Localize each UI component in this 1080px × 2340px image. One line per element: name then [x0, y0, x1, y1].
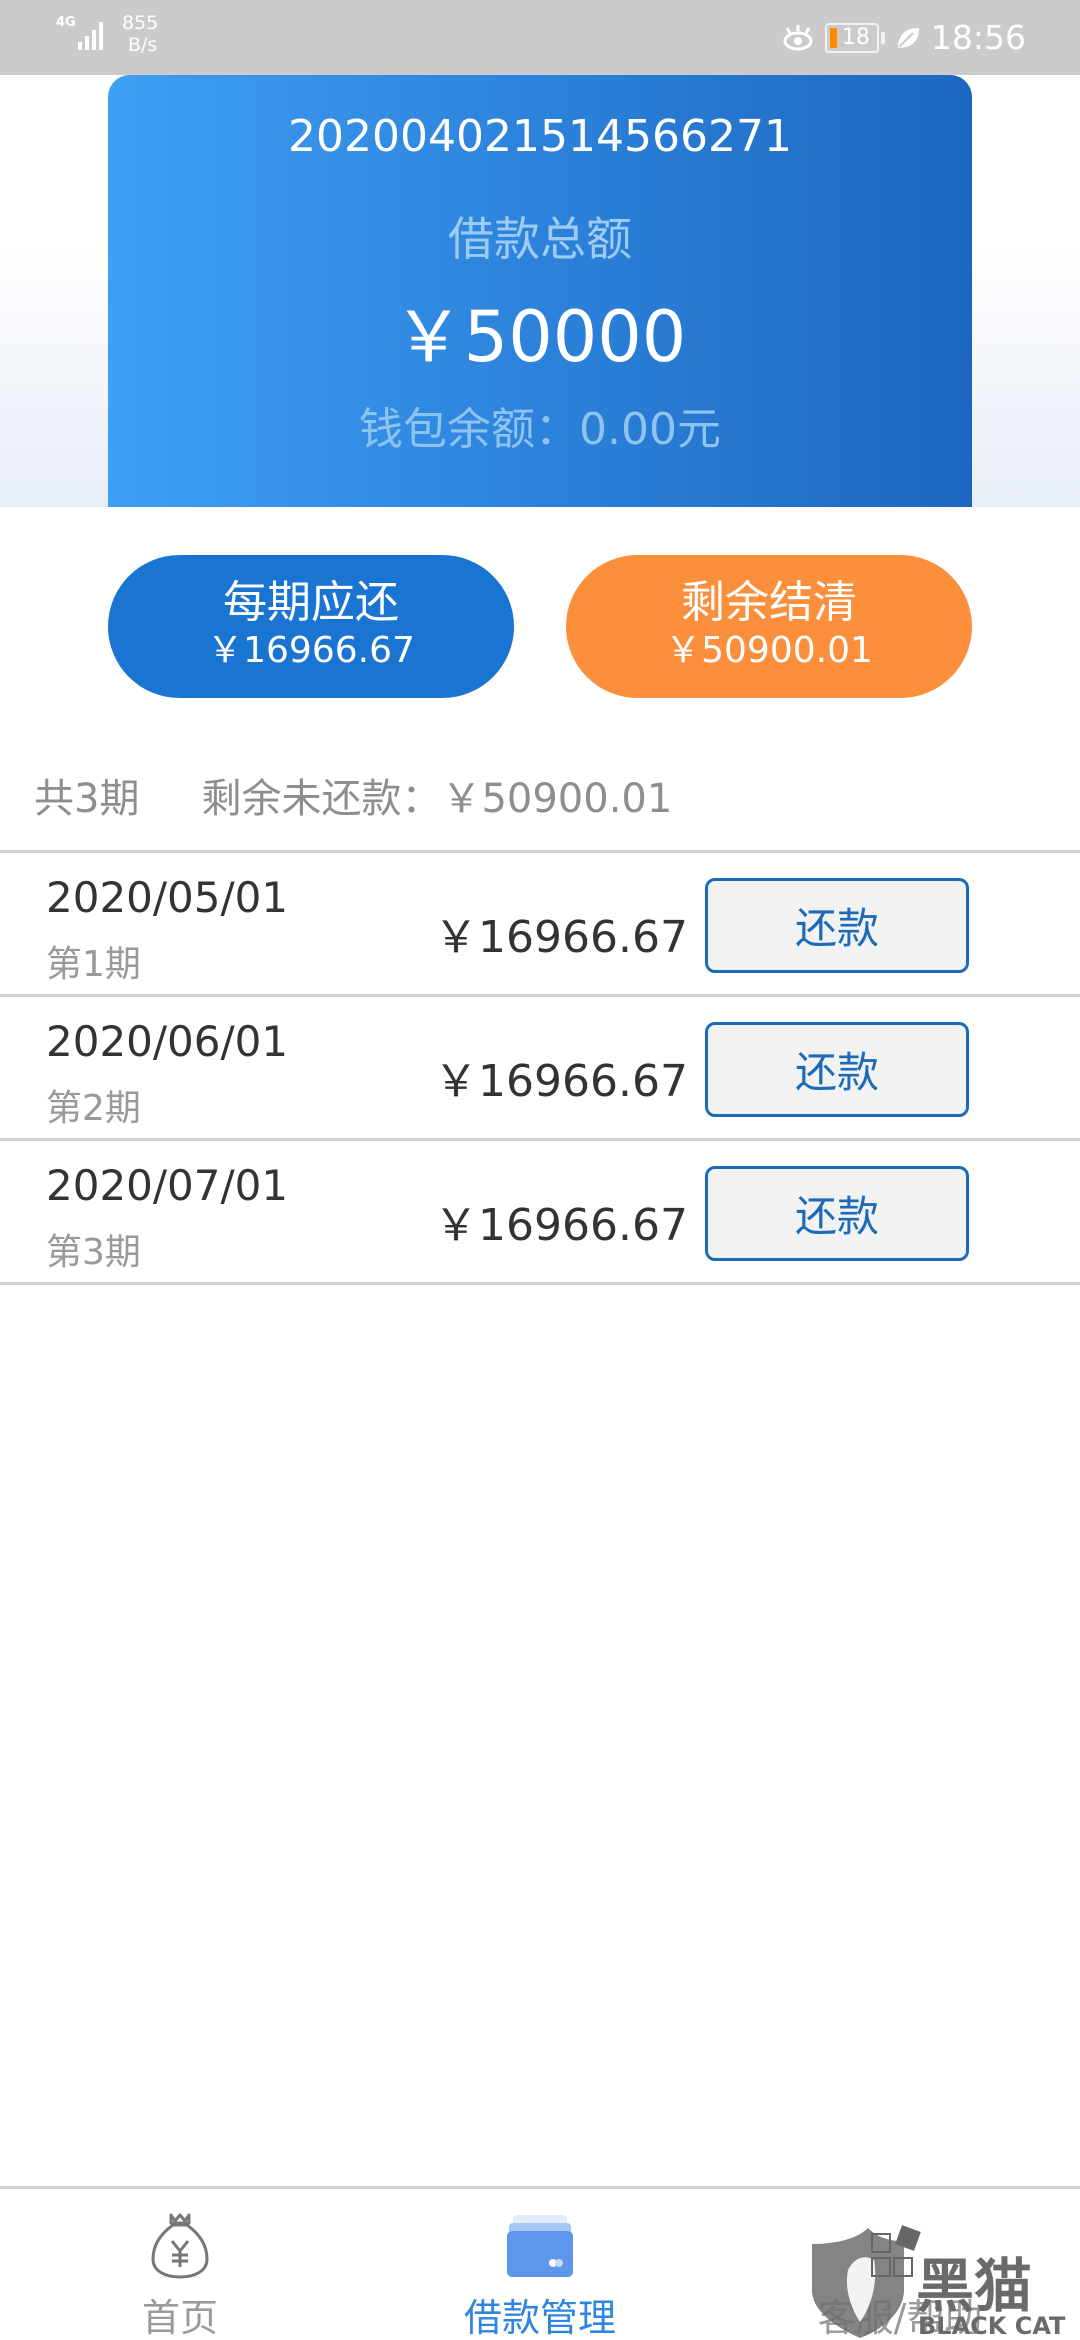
per-period-repay-amount: ￥16966.67 — [207, 630, 415, 671]
repayment-summary: 共3期 剩余未还款：￥50900.01 — [34, 766, 672, 824]
network-speed: 855 B/s — [122, 12, 158, 56]
card-wallet-icon — [507, 2215, 573, 2277]
payoff-remaining-button[interactable]: 剩余结清 ￥50900.01 — [566, 555, 972, 698]
net-speed-value: 855 — [122, 12, 159, 34]
nav-label-home: 首页 — [141, 2296, 218, 2340]
status-left: 4G 855 B/s — [56, 12, 158, 56]
loan-total-amount: ￥50000 — [393, 296, 687, 378]
signal-bars — [78, 22, 103, 50]
repay-button[interactable]: 还款 — [705, 878, 969, 973]
payoff-remaining-amount: ￥50900.01 — [665, 630, 873, 671]
installment-list: 2020/05/01 第1期 ￥16966.67 还款 2020/06/01 第… — [0, 850, 1080, 1285]
status-right: 18 18:56 — [781, 18, 1026, 57]
installment-row: 2020/06/01 第2期 ￥16966.67 还款 — [0, 997, 1080, 1141]
installment-row: 2020/07/01 第3期 ￥16966.67 还款 — [0, 1141, 1080, 1285]
money-bag-icon — [151, 2213, 209, 2279]
eye-comfort-icon — [783, 24, 813, 50]
installment-date: 2020/06/01 — [46, 1017, 289, 1066]
status-bar: 4G 855 B/s 18 18:56 — [0, 0, 1080, 75]
nav-label-loan-management: 借款管理 — [463, 2296, 616, 2340]
nav-tab-home[interactable]: 首页 — [0, 2189, 360, 2340]
battery-level: 18 — [841, 25, 870, 50]
loan-summary-card: 202004021514566271 借款总额 ￥50000 钱包余额：0.00… — [108, 75, 972, 507]
nav-label-customer-service: 客服/帮助 — [817, 2296, 983, 2340]
wallet-balance: 钱包余额：0.00元 — [359, 404, 721, 455]
bottom-nav: 首页 借款管理 客服/帮助 — [0, 2186, 1080, 2340]
nav-tab-customer-service[interactable]: 客服/帮助 — [720, 2189, 1080, 2340]
clock: 18:56 — [930, 18, 1026, 57]
power-saving-leaf-icon — [897, 27, 919, 48]
installment-amount: ￥16966.67 — [434, 1200, 688, 1251]
repay-button[interactable]: 还款 — [705, 1022, 969, 1117]
per-period-repay-title: 每期应还 — [223, 577, 399, 628]
order-number: 202004021514566271 — [288, 111, 792, 162]
battery-icon: 18 — [824, 22, 879, 53]
battery-tip — [880, 31, 885, 44]
installment-row: 2020/05/01 第1期 ￥16966.67 还款 — [0, 853, 1080, 997]
installment-period: 第3期 — [46, 1232, 141, 1273]
cellular-signal-icon: 4G — [56, 14, 108, 54]
remaining-unpaid: 剩余未还款：￥50900.01 — [201, 776, 673, 822]
total-periods: 共3期 — [34, 776, 140, 822]
net-speed-unit: B/s — [128, 34, 158, 56]
nav-tab-loan-management[interactable]: 借款管理 — [360, 2189, 720, 2340]
network-type: 4G — [56, 15, 76, 30]
installment-date: 2020/05/01 — [46, 873, 289, 922]
payoff-remaining-title: 剩余结清 — [681, 577, 857, 628]
per-period-repay-button[interactable]: 每期应还 ￥16966.67 — [108, 555, 514, 698]
installment-period: 第1期 — [46, 944, 141, 985]
repay-button[interactable]: 还款 — [705, 1166, 969, 1261]
installment-amount: ￥16966.67 — [434, 1056, 688, 1107]
installment-amount: ￥16966.67 — [434, 912, 688, 963]
loan-total-label: 借款总额 — [448, 212, 632, 266]
installment-date: 2020/07/01 — [46, 1161, 289, 1210]
installment-period: 第2期 — [46, 1088, 141, 1129]
